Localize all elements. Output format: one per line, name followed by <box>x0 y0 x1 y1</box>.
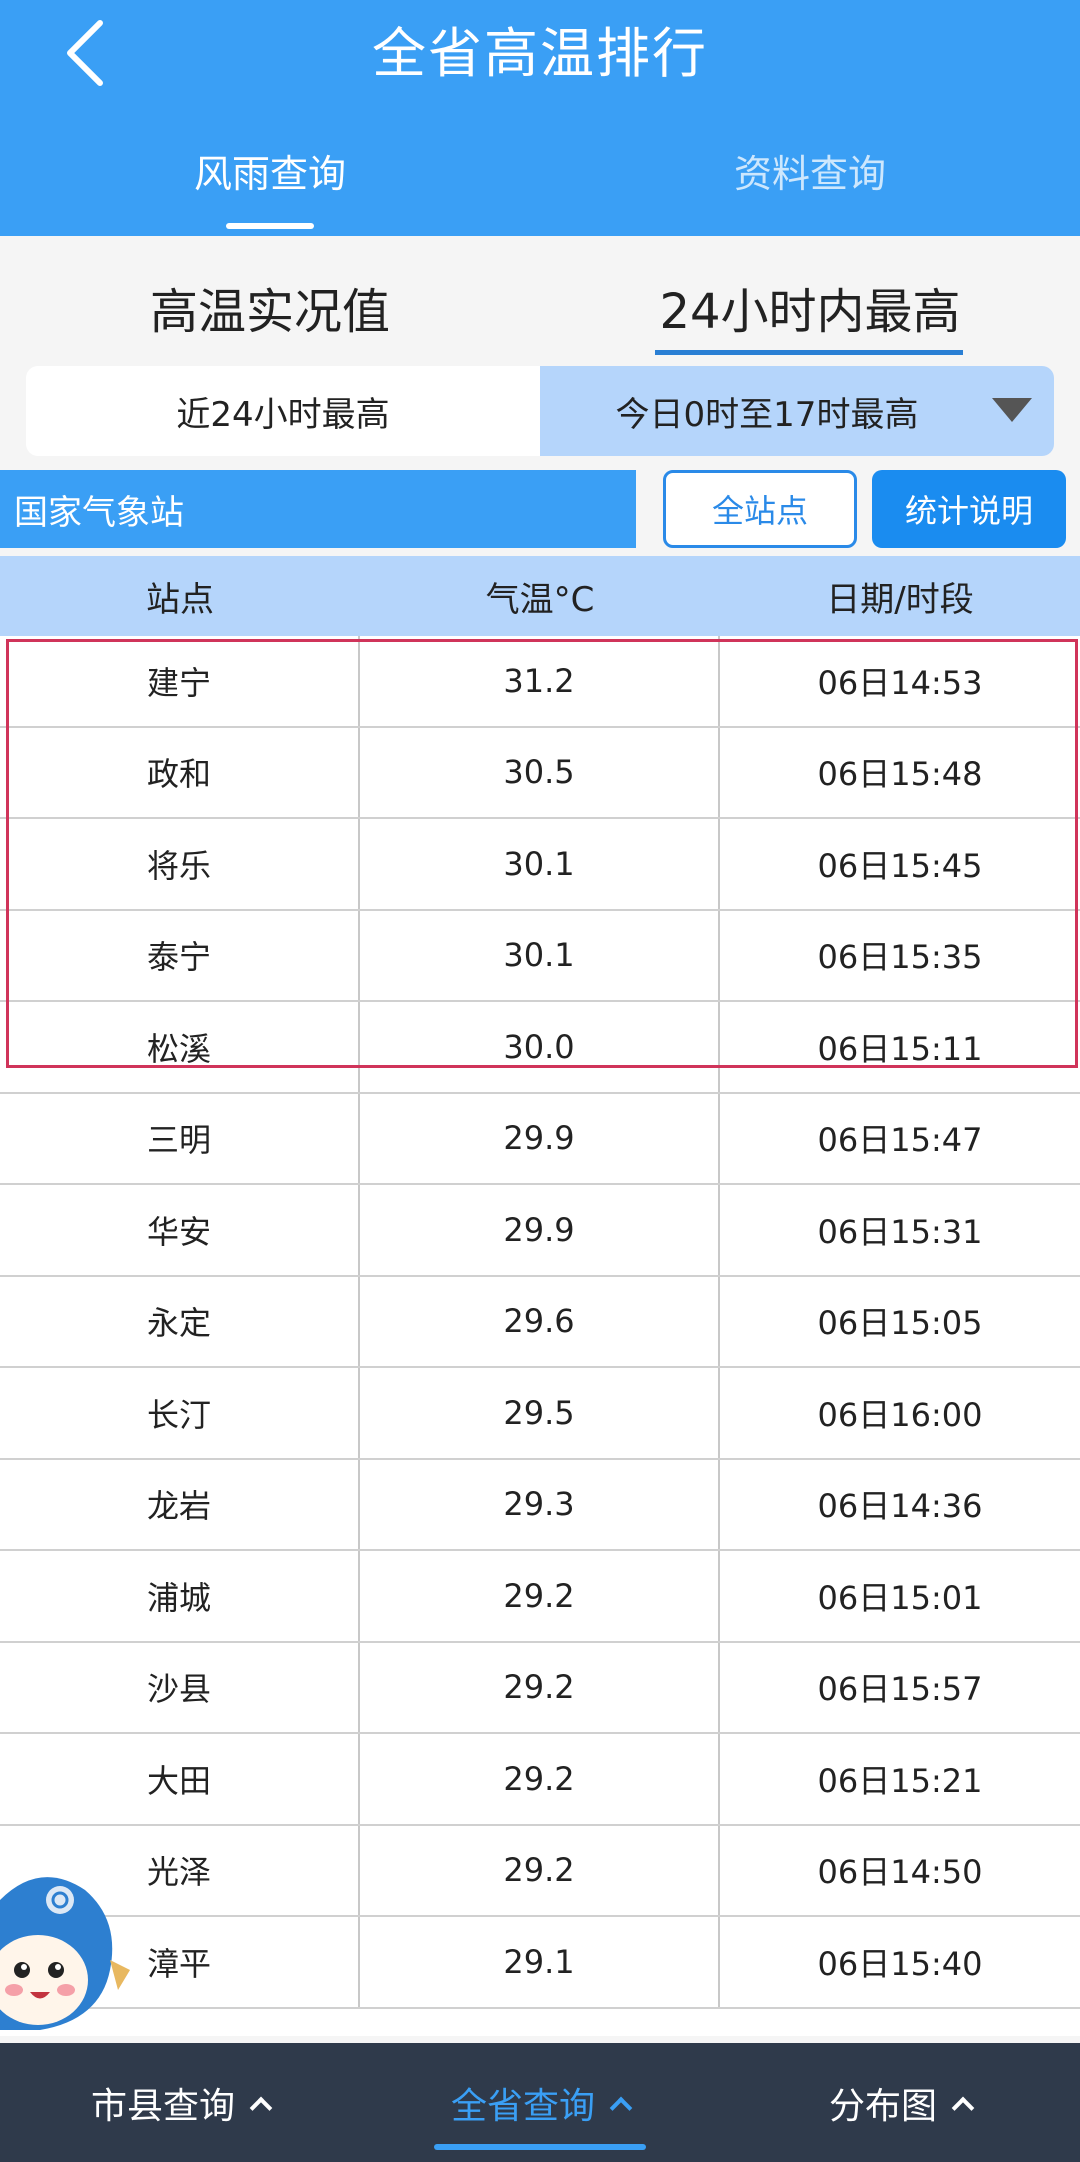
cell-time: 06日16:00 <box>817 1395 983 1434</box>
table-row: 将乐 30.1 06日15:45 <box>0 819 1080 911</box>
table-row: 松溪 30.0 06日15:11 <box>0 1002 1080 1094</box>
table-header: 站点 气温°C 日期/时段 <box>0 556 1080 636</box>
cell-station: 沙县 <box>0 1642 360 1732</box>
cell-temp: 29.9 <box>360 1093 720 1183</box>
table-row: 浦城 29.2 06日15:01 <box>0 1551 1080 1643</box>
cell-station: 浦城 <box>0 1551 360 1641</box>
cell-temp: 29.2 <box>360 1825 720 1915</box>
subtab-24h-max[interactable]: 24小时内最高 <box>600 262 1020 352</box>
cell-time: 06日14:50 <box>817 1853 983 1892</box>
cell-time: 06日15:11 <box>817 1029 983 1068</box>
cell-station: 三明 <box>0 1093 360 1183</box>
column-header-time: 日期/时段 <box>826 579 974 620</box>
cell-time: 06日15:47 <box>817 1121 983 1160</box>
cell-time: 06日14:36 <box>817 1487 983 1526</box>
mascot-icon[interactable] <box>0 1860 130 2040</box>
segment-last-24h[interactable]: 近24小时最高 <box>26 366 540 456</box>
cell-temp: 30.0 <box>360 1002 720 1092</box>
cell-time: 06日15:57 <box>817 1670 983 1709</box>
table-row: 三明 29.9 06日15:47 <box>0 1093 1080 1185</box>
bottom-nav: 市县查询 全省查询 分布图 <box>0 2043 1080 2162</box>
subtab-live-high-temp[interactable]: 高温实况值 <box>40 262 500 352</box>
cell-time: 06日15:35 <box>817 938 983 977</box>
cell-time: 06日15:21 <box>817 1761 983 1800</box>
cell-temp: 31.2 <box>360 636 720 726</box>
table-row: 光泽 29.2 06日14:50 <box>0 1825 1080 1917</box>
table-row: 建宁 31.2 06日14:53 <box>0 636 1080 728</box>
cell-station: 将乐 <box>0 819 360 909</box>
tab-wind-rain-query[interactable]: 风雨查询 <box>120 130 420 210</box>
cell-temp: 29.2 <box>360 1642 720 1732</box>
cell-station: 建宁 <box>0 636 360 726</box>
cell-station: 泰宁 <box>0 910 360 1000</box>
table-row: 华安 29.9 06日15:31 <box>0 1185 1080 1277</box>
cell-temp: 29.3 <box>360 1459 720 1549</box>
nav-label: 全省查询 <box>450 2085 595 2127</box>
cell-station: 长汀 <box>0 1368 360 1458</box>
page-title: 全省高温排行 <box>372 21 708 85</box>
station-type-label: 国家气象站 <box>0 470 636 548</box>
cell-temp: 30.1 <box>360 910 720 1000</box>
cell-station: 政和 <box>0 727 360 817</box>
tab-data-query[interactable]: 资料查询 <box>660 130 960 210</box>
stats-info-button[interactable]: 统计说明 <box>872 470 1066 548</box>
cell-station: 松溪 <box>0 1002 360 1092</box>
cell-time: 06日14:53 <box>817 663 983 702</box>
column-header-temp: 气温°C <box>485 579 595 620</box>
cell-temp: 29.6 <box>360 1276 720 1366</box>
column-header-station: 站点 <box>146 579 214 620</box>
cell-temp: 29.2 <box>360 1551 720 1641</box>
chevron-up-icon <box>951 2096 975 2119</box>
cell-station: 龙岩 <box>0 1459 360 1549</box>
cell-time: 06日15:45 <box>817 846 983 885</box>
cell-time: 06日15:05 <box>817 1304 983 1343</box>
nav-distribution-map[interactable]: 分布图 <box>720 2043 1080 2162</box>
table-row: 永定 29.6 06日15:05 <box>0 1276 1080 1368</box>
nav-label: 市县查询 <box>90 2085 235 2127</box>
cell-time: 06日15:48 <box>817 755 983 794</box>
cell-temp: 29.2 <box>360 1734 720 1824</box>
cell-time: 06日15:40 <box>817 1944 983 1983</box>
active-tab-indicator <box>226 223 314 229</box>
table-row: 长汀 29.5 06日16:00 <box>0 1368 1080 1460</box>
segment-today-label: 今日0时至17时最高 <box>615 394 919 435</box>
ranking-table[interactable]: 建宁 31.2 06日14:53 政和 30.5 06日15:48 将乐 30.1 06日1… <box>0 636 1080 2036</box>
period-segment: 近24小时最高 今日0时至17时最高 <box>26 366 1054 456</box>
cell-temp: 30.1 <box>360 819 720 909</box>
cell-temp: 29.9 <box>360 1185 720 1275</box>
app-header: 全省高温排行 风雨查询 资料查询 <box>0 0 1080 236</box>
cell-time: 06日15:01 <box>817 1578 983 1617</box>
table-row: 大田 29.2 06日15:21 <box>0 1734 1080 1826</box>
active-subtab-indicator <box>655 350 963 355</box>
table-row: 沙县 29.2 06日15:57 <box>0 1642 1080 1734</box>
cell-temp: 29.1 <box>360 1917 720 2007</box>
cell-station: 永定 <box>0 1276 360 1366</box>
active-nav-indicator <box>434 2144 646 2150</box>
cell-time: 06日15:31 <box>817 1212 983 1251</box>
chevron-up-icon <box>609 2096 633 2119</box>
table-row: 政和 30.5 06日15:48 <box>0 727 1080 819</box>
segment-today-dropdown[interactable]: 今日0时至17时最高 <box>540 366 1054 456</box>
table-row: 龙岩 29.3 06日14:36 <box>0 1459 1080 1551</box>
cell-temp: 30.5 <box>360 727 720 817</box>
cell-station: 大田 <box>0 1734 360 1824</box>
nav-city-county-query[interactable]: 市县查询 <box>0 2043 360 2162</box>
cell-temp: 29.5 <box>360 1368 720 1458</box>
table-row: 漳平 29.1 06日15:40 <box>0 1917 1080 2009</box>
table-row: 泰宁 30.1 06日15:35 <box>0 910 1080 1002</box>
all-stations-button[interactable]: 全站点 <box>663 470 857 548</box>
nav-label: 分布图 <box>828 2085 937 2127</box>
chevron-up-icon <box>249 2096 273 2119</box>
caret-down-icon <box>992 398 1032 422</box>
cell-station: 华安 <box>0 1185 360 1275</box>
nav-province-query[interactable]: 全省查询 <box>360 2043 720 2162</box>
